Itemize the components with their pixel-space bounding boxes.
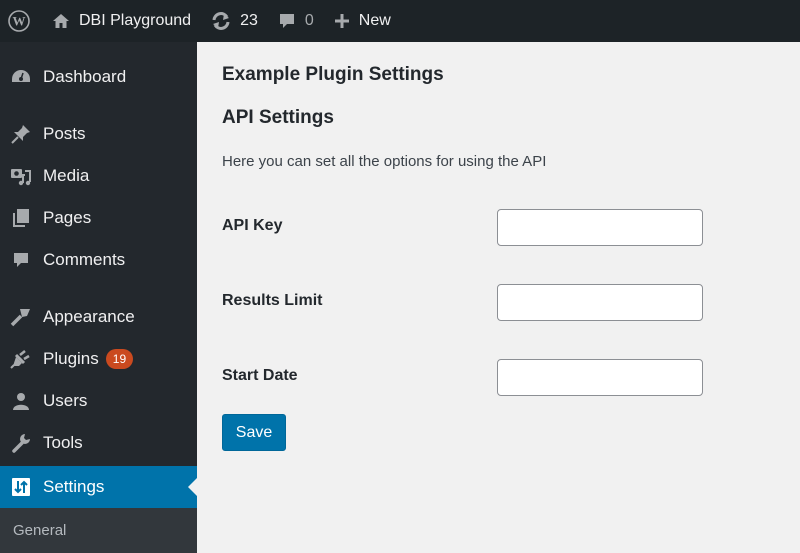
updates-count: 23 (240, 12, 258, 29)
sidebar-item-pages[interactable]: Pages (0, 197, 197, 239)
sidebar-item-label: Tools (43, 433, 83, 452)
save-button[interactable]: Save (222, 414, 286, 451)
new-content-link[interactable]: New (324, 0, 401, 42)
updates-link[interactable]: 23 (201, 0, 268, 42)
page-title: Example Plugin Settings (222, 64, 444, 85)
admin-sidebar: Dashboard Posts Media Pages Comments App… (0, 42, 197, 553)
start-date-input[interactable] (497, 359, 703, 396)
sidebar-item-label: Dashboard (43, 67, 127, 86)
main-content: Example Plugin Settings API Settings Her… (197, 42, 800, 553)
sidebar-item-label: Media (43, 166, 90, 185)
svg-text:W: W (13, 14, 26, 29)
wordpress-menu[interactable]: W (0, 0, 42, 42)
pages-icon (10, 207, 32, 229)
sidebar-item-users[interactable]: Users (0, 380, 197, 422)
dashboard-icon (10, 66, 32, 88)
submenu-item-general[interactable]: General (0, 508, 197, 539)
site-name-link[interactable]: DBI Playground (42, 0, 201, 42)
user-icon (10, 390, 32, 412)
plus-icon (334, 13, 350, 29)
admin-bar: W DBI Playground 23 0 New (0, 0, 800, 42)
pin-icon (10, 123, 32, 145)
sidebar-item-settings[interactable]: Settings (0, 466, 197, 508)
wrench-icon (10, 432, 32, 454)
sidebar-item-tools[interactable]: Tools (0, 422, 197, 464)
plugin-icon (10, 348, 32, 370)
api-key-label: API Key (222, 217, 283, 234)
results-limit-input[interactable] (497, 284, 703, 321)
plugins-update-badge: 19 (105, 349, 134, 369)
updates-icon (211, 12, 231, 30)
paintbrush-icon (10, 306, 32, 328)
sidebar-item-appearance[interactable]: Appearance (0, 296, 197, 338)
media-icon (10, 165, 32, 187)
comments-link[interactable]: 0 (268, 0, 324, 42)
current-menu-arrow (188, 478, 197, 496)
sidebar-item-label: Plugins (43, 349, 99, 368)
sidebar-item-plugins[interactable]: Plugins 19 (0, 338, 197, 380)
sidebar-item-label: Settings (43, 477, 105, 496)
sidebar-item-dashboard[interactable]: Dashboard (0, 56, 197, 98)
comment-icon (10, 249, 32, 271)
sidebar-item-label: Users (43, 391, 88, 410)
settings-submenu: General (0, 508, 197, 553)
sidebar-item-comments[interactable]: Comments (0, 239, 197, 281)
sidebar-item-label: Comments (43, 250, 126, 269)
section-description: Here you can set all the options for usi… (222, 153, 547, 170)
sidebar-item-label: Appearance (43, 307, 135, 326)
home-icon (52, 12, 70, 30)
wordpress-logo-icon: W (8, 10, 30, 32)
new-label: New (358, 12, 391, 29)
sidebar-item-media[interactable]: Media (0, 155, 197, 197)
api-key-input[interactable] (497, 209, 703, 246)
start-date-label: Start Date (222, 367, 298, 384)
section-title: API Settings (222, 107, 334, 128)
comments-count: 0 (304, 12, 314, 29)
site-name: DBI Playground (79, 12, 192, 29)
results-limit-label: Results Limit (222, 292, 323, 309)
comment-icon (278, 12, 296, 30)
sidebar-item-posts[interactable]: Posts (0, 113, 197, 155)
settings-icon (10, 476, 32, 498)
sidebar-item-label: Posts (43, 124, 86, 143)
sidebar-item-label: Pages (43, 208, 92, 227)
